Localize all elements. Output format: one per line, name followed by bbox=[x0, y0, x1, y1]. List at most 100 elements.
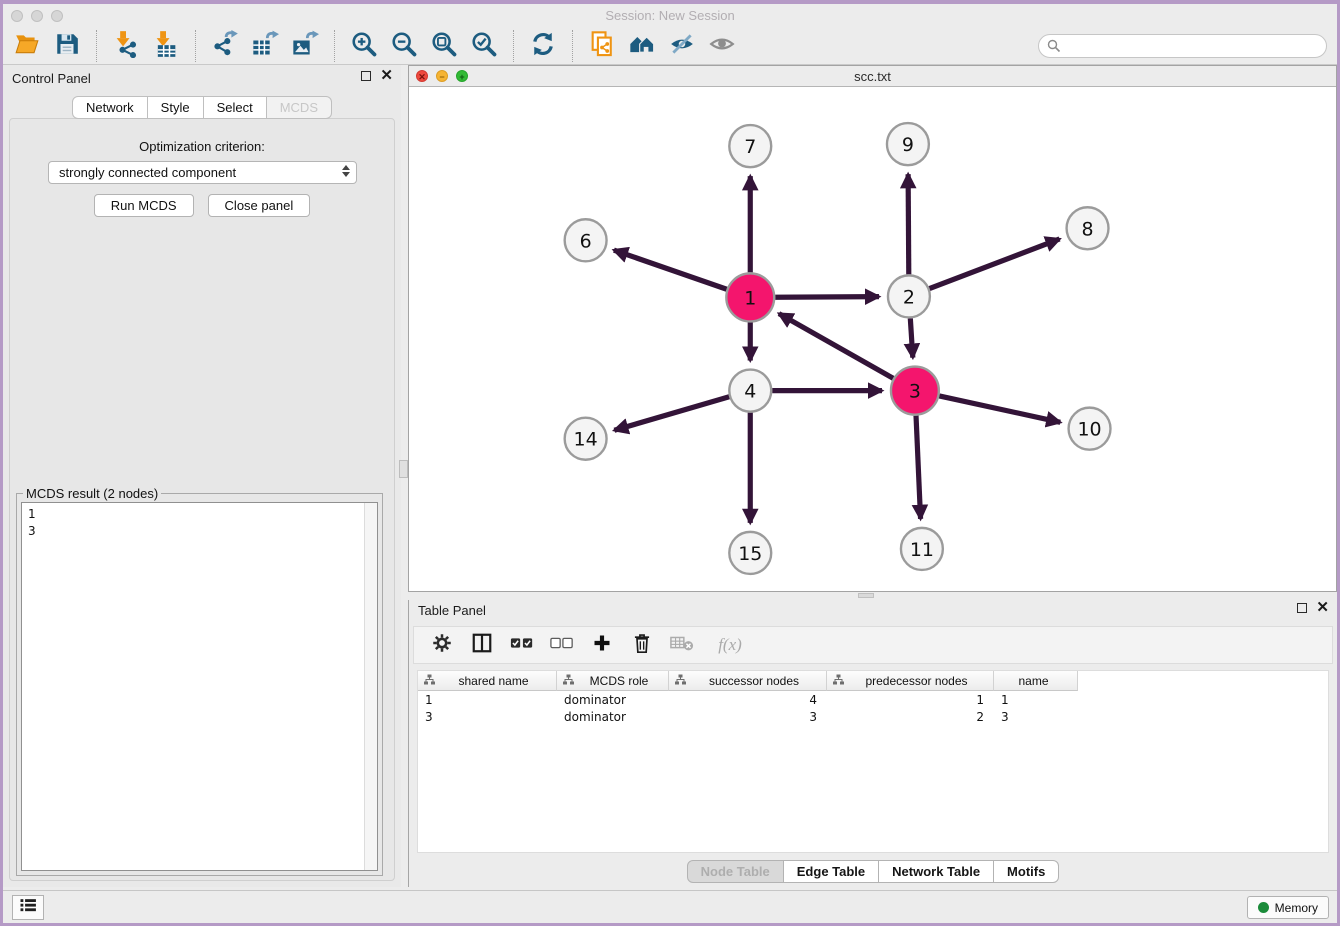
refresh-view-button[interactable] bbox=[523, 29, 563, 63]
graph-node-9[interactable]: 9 bbox=[887, 123, 929, 165]
graph-node-15[interactable]: 15 bbox=[729, 532, 771, 574]
tab-style[interactable]: Style bbox=[148, 96, 204, 119]
zoom-in-button[interactable] bbox=[344, 29, 384, 63]
graph-node-8[interactable]: 8 bbox=[1067, 207, 1109, 249]
edge-2-9[interactable] bbox=[908, 174, 909, 274]
tab-network-table[interactable]: Network Table bbox=[879, 860, 994, 883]
table-cell[interactable]: 1 bbox=[418, 693, 557, 707]
graph-node-7[interactable]: 7 bbox=[729, 125, 771, 167]
eye-icon bbox=[707, 31, 737, 62]
network-canvas[interactable]: 7 9 6 8 1 2 4 3 14 10 15 11 bbox=[409, 87, 1336, 591]
table-panel-tabs: Node TableEdge TableNetwork TableMotifs bbox=[409, 858, 1337, 884]
table-settings-button[interactable] bbox=[430, 632, 454, 658]
search-input[interactable] bbox=[1038, 34, 1327, 58]
tab-mcds[interactable]: MCDS bbox=[267, 96, 332, 119]
vertical-splitter-grip[interactable] bbox=[399, 460, 408, 478]
table-cell[interactable]: 4 bbox=[669, 693, 827, 707]
table-cell[interactable]: 3 bbox=[418, 710, 557, 724]
close-panel-button[interactable]: Close panel bbox=[208, 194, 311, 217]
column-header-label: successor nodes bbox=[686, 674, 826, 688]
gear-icon bbox=[432, 633, 452, 658]
column-header-name[interactable]: name bbox=[994, 671, 1078, 691]
column-header-shared-name[interactable]: shared name bbox=[418, 671, 557, 691]
table-row[interactable]: 1dominator411 bbox=[418, 691, 1328, 708]
memory-button[interactable]: Memory bbox=[1247, 896, 1329, 919]
edge-1-6[interactable] bbox=[614, 250, 727, 289]
table-cell[interactable]: 2 bbox=[827, 710, 994, 724]
close-panel-icon[interactable]: ✕ bbox=[380, 71, 393, 81]
column-header-predecessor-nodes[interactable]: predecessor nodes bbox=[827, 671, 994, 691]
graph-node-1[interactable]: 1 bbox=[726, 273, 774, 321]
export-network-button[interactable] bbox=[205, 29, 245, 63]
network-view-window: ✕ − + scc.txt 7968124314101511 bbox=[408, 65, 1337, 592]
import-table-button[interactable] bbox=[146, 29, 186, 63]
table-cell[interactable]: 3 bbox=[994, 710, 1078, 724]
function-builder-button[interactable]: f(x) bbox=[710, 632, 750, 658]
tab-select[interactable]: Select bbox=[204, 96, 267, 119]
save-session-button[interactable] bbox=[47, 29, 87, 63]
show-all-button[interactable] bbox=[702, 29, 742, 63]
tab-motifs[interactable]: Motifs bbox=[994, 860, 1059, 883]
edge-4-14[interactable] bbox=[614, 397, 729, 431]
svg-text:3: 3 bbox=[909, 381, 921, 403]
table-cell[interactable]: 1 bbox=[827, 693, 994, 707]
horizontal-splitter-grip[interactable] bbox=[858, 593, 874, 598]
select-all-checks-button[interactable] bbox=[510, 632, 534, 658]
float-panel-icon[interactable] bbox=[1297, 603, 1307, 613]
export-table-button[interactable] bbox=[245, 29, 285, 63]
zoom-out-button[interactable] bbox=[384, 29, 424, 63]
criterion-select[interactable]: strongly connected component bbox=[48, 161, 357, 184]
edge-3-11[interactable] bbox=[916, 416, 921, 519]
table-row[interactable]: 3dominator323 bbox=[418, 708, 1328, 725]
task-history-button[interactable] bbox=[12, 895, 44, 920]
clear-all-checks-button[interactable] bbox=[550, 632, 574, 658]
graph-node-4[interactable]: 4 bbox=[729, 370, 771, 412]
network-canvas-svg[interactable]: 7 9 6 8 1 2 4 3 14 10 15 11 bbox=[409, 87, 1336, 591]
graph-node-2[interactable]: 2 bbox=[888, 275, 930, 317]
edge-2-3[interactable] bbox=[910, 318, 912, 357]
column-header-successor-nodes[interactable]: successor nodes bbox=[669, 671, 827, 691]
toolbar-separator bbox=[572, 30, 573, 62]
add-column-button[interactable] bbox=[590, 632, 614, 658]
edge-3-1[interactable] bbox=[779, 314, 893, 379]
graph-node-10[interactable]: 10 bbox=[1069, 408, 1111, 450]
export-image-button[interactable] bbox=[285, 29, 325, 63]
table-cell[interactable]: dominator bbox=[557, 710, 669, 724]
first-neighbors-button[interactable] bbox=[622, 29, 662, 63]
graph-node-14[interactable]: 14 bbox=[565, 418, 607, 460]
open-session-button[interactable] bbox=[7, 29, 47, 63]
graph-node-3[interactable]: 3 bbox=[891, 367, 939, 415]
toolbar-separator bbox=[195, 30, 196, 62]
tab-edge-table[interactable]: Edge Table bbox=[784, 860, 879, 883]
optimization-criterion-label: Optimization criterion: bbox=[10, 139, 394, 154]
eye-slash-icon bbox=[667, 31, 697, 62]
hide-selected-button[interactable] bbox=[662, 29, 702, 63]
tab-network[interactable]: Network bbox=[72, 96, 148, 119]
float-panel-icon[interactable] bbox=[361, 71, 371, 81]
result-scrollbar[interactable] bbox=[364, 503, 377, 870]
zoom-fit-button[interactable] bbox=[424, 29, 464, 63]
import-table-icon bbox=[152, 30, 180, 63]
import-network-button[interactable] bbox=[106, 29, 146, 63]
run-mcds-button[interactable]: Run MCDS bbox=[94, 194, 194, 217]
graph-node-11[interactable]: 11 bbox=[901, 528, 943, 570]
svg-text:11: 11 bbox=[910, 539, 934, 561]
zoom-selected-button[interactable] bbox=[464, 29, 504, 63]
tab-node-table[interactable]: Node Table bbox=[687, 860, 784, 883]
table-cell[interactable]: 3 bbox=[669, 710, 827, 724]
delete-columns-button[interactable] bbox=[630, 632, 654, 658]
mcds-result-area[interactable]: 1 3 bbox=[21, 502, 378, 871]
table-cell[interactable]: 1 bbox=[994, 693, 1078, 707]
delete-table-button[interactable] bbox=[670, 632, 694, 658]
show-columns-button[interactable] bbox=[470, 632, 494, 658]
select-stepper-icon bbox=[342, 165, 350, 177]
plus-icon bbox=[592, 633, 612, 658]
edge-3-10[interactable] bbox=[939, 396, 1060, 422]
edge-2-8[interactable] bbox=[929, 239, 1059, 289]
graph-node-6[interactable]: 6 bbox=[565, 219, 607, 261]
network-from-file-button[interactable] bbox=[582, 29, 622, 63]
table-cell[interactable]: dominator bbox=[557, 693, 669, 707]
edge-1-2[interactable] bbox=[775, 297, 879, 298]
close-panel-icon[interactable]: ✕ bbox=[1316, 603, 1329, 613]
column-header-MCDS-role[interactable]: MCDS role bbox=[557, 671, 669, 691]
